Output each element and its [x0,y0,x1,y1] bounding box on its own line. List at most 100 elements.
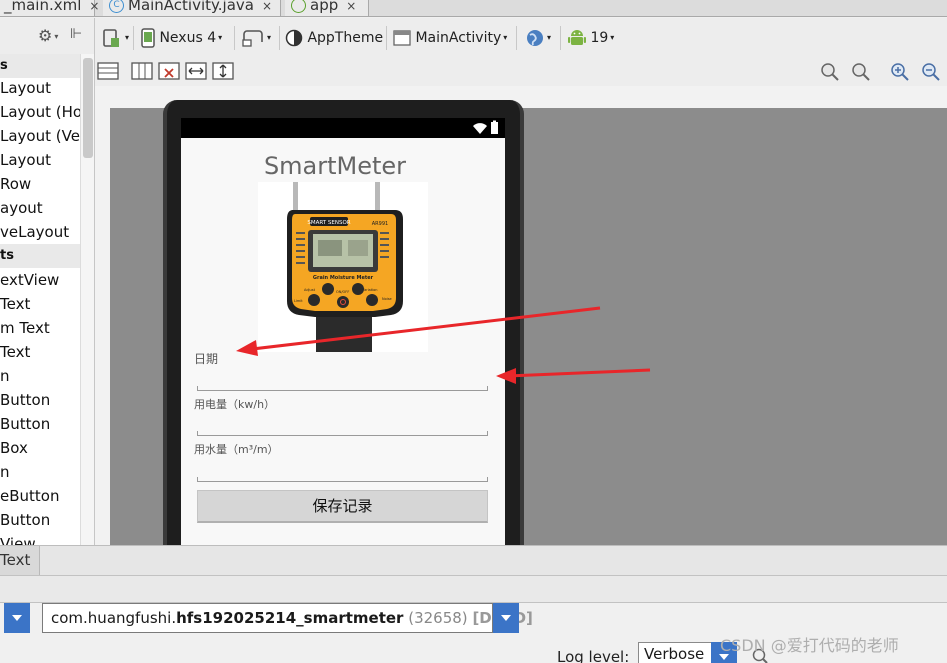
separator [234,26,235,50]
palette-item[interactable]: n [0,460,80,484]
palette-item[interactable]: n [0,364,80,388]
zoom-fit-icon[interactable] [820,62,840,82]
palette-category[interactable]: ts [0,244,80,268]
theme-name: AppTheme [307,30,384,46]
app-title: SmartMeter [263,152,407,180]
editor-mode-tabs: Text [0,545,947,575]
device-name: Nexus 4 [159,30,217,46]
palette-item[interactable]: Text [0,292,80,316]
device-dropdown-arrow[interactable] [4,603,30,633]
close-icon[interactable]: × [89,0,99,13]
phone-icon [141,28,155,48]
palette-item[interactable]: Layout [0,76,80,100]
pin-icon[interactable]: ⊩ [70,26,82,42]
process-dropdown-arrow[interactable] [493,603,519,633]
tab-main-activity[interactable]: C MainActivity.java × [103,0,281,16]
palette-item[interactable]: ayout [0,196,80,220]
log-level-select[interactable]: Verbose [638,642,712,663]
list-view-icon[interactable] [97,62,119,80]
layout-toolbar: ▾ Nexus 4 ▾ ▾ AppTheme MainActivity ▾ ▾ 19… [95,18,947,58]
logcat-header [0,575,947,603]
annotation-arrow [243,306,601,352]
tab-label: _main.xml [4,0,82,14]
process-selector[interactable]: com.huangfushi.hfs192025214_smartmeter (… [42,603,533,633]
meter-button-label: Adjust [304,288,316,292]
layout-toolbar-secondary [95,58,947,86]
zoom-actual-icon[interactable] [851,62,871,82]
palette-item[interactable]: Layout [0,148,80,172]
process-package: com.huangfushi. [51,609,177,627]
activity-selector[interactable]: MainActivity ▾ [393,24,507,52]
process-name: hfs192025214_smartmeter [176,609,404,627]
palette-header: ⚙ ▾ ⊩ [0,18,94,54]
status-bar [181,118,505,138]
orientation-icon[interactable]: ▾ [241,24,271,52]
split-columns-icon[interactable] [131,62,153,80]
expand-vertical-icon[interactable] [212,62,234,80]
separator [279,26,280,50]
scrollbar-thumb[interactable] [83,58,93,158]
zoom-out-icon[interactable] [921,62,941,82]
close-icon[interactable]: × [346,0,356,13]
theme-icon [285,29,303,47]
palette-panel: ⚙ ▾ ⊩ s Layout Layout (Ho Layout (Ver Lay… [0,18,95,545]
log-level-label: Log level: [557,648,630,663]
date-label: 日期 [194,352,219,366]
electricity-input[interactable] [197,430,488,436]
water-input[interactable] [197,476,488,482]
android-module-icon [291,0,306,13]
separator [386,26,387,50]
clear-constraints-icon[interactable] [158,62,180,80]
tab-label: app [310,0,339,14]
palette-item[interactable]: Layout (Ver [0,124,86,148]
annotation-arrow [507,368,651,378]
activity-icon [393,30,411,46]
separator [560,26,561,50]
device-frame-icon[interactable]: ▾ [101,24,129,52]
activity-name: MainActivity [415,30,502,46]
close-icon[interactable]: × [262,0,272,13]
palette-item[interactable]: Row [0,172,80,196]
palette-item[interactable]: m Text [0,316,80,340]
palette-item[interactable]: Text [0,340,80,364]
palette-item[interactable]: Button [0,388,80,412]
zoom-in-icon[interactable] [890,62,910,82]
class-icon: C [109,0,124,13]
palette-item[interactable]: veLayout [0,220,80,244]
meter-button-label: Variation [362,288,378,292]
palette-item[interactable]: eButton [0,484,80,508]
theme-selector[interactable]: AppTheme [285,24,383,52]
api-level-selector[interactable]: 19 ▾ [568,24,614,52]
tab-app[interactable]: app × [285,0,369,16]
android-icon [568,30,586,45]
annotation-arrows [236,306,651,384]
meter-model: AR991 [372,221,388,227]
expand-horizontal-icon[interactable] [185,62,207,80]
tab-label: MainActivity.java [128,0,254,14]
log-level-value: Verbose [644,645,705,663]
save-record-button[interactable]: 保存记录 [197,490,488,523]
palette-item[interactable]: Layout (Ho [0,100,82,124]
palette-item[interactable]: Box [0,436,80,460]
tab-text[interactable]: Text [0,546,40,575]
meter-brand: SMART SENSOR [307,220,350,226]
watermark: CSDN @爱打代码的老师 [720,636,899,655]
api-level: 19 [590,30,609,46]
gear-icon[interactable]: ⚙ ▾ [38,26,58,45]
palette-scrollbar[interactable] [80,54,94,545]
process-pid: (32658) [408,609,468,627]
editor-tab-bar: _main.xml × C MainActivity.java × app × [0,0,947,17]
palette-item[interactable]: Button [0,412,80,436]
separator [516,26,517,50]
device-selector[interactable]: Nexus 4 ▾ [141,24,222,52]
palette-item[interactable]: View [0,532,80,545]
palette-item[interactable]: Button [0,508,80,532]
separator [133,26,134,50]
palette-item[interactable]: extView [0,268,80,292]
palette-category[interactable]: s [0,54,80,78]
meter-button-label: ON/OFF [336,290,349,294]
globe-icon[interactable]: ▾ [525,24,551,52]
electricity-label: 用电量（kw/h） [194,398,276,411]
wifi-battery-icon [473,120,498,134]
tab-main-xml[interactable]: _main.xml × [0,0,99,16]
